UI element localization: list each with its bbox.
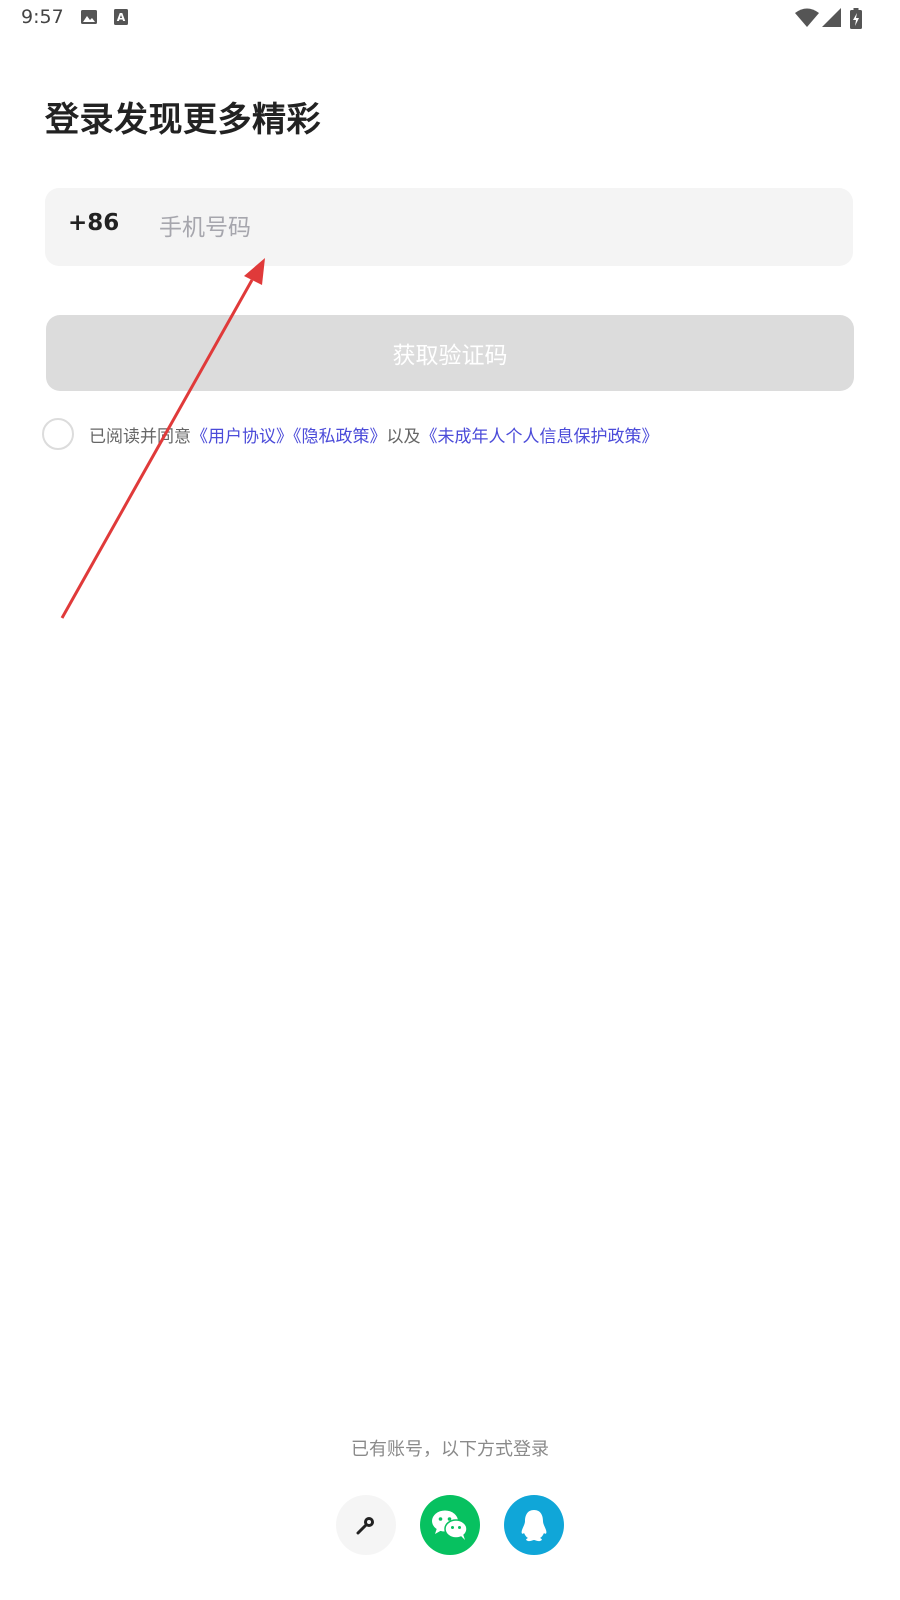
qq-icon xyxy=(521,1510,547,1542)
qq-login-button[interactable] xyxy=(504,1495,564,1555)
agreement-prefix: 已阅读并同意 xyxy=(89,426,191,447)
wifi-icon xyxy=(795,8,819,27)
phone-input-box[interactable]: +86 xyxy=(45,188,853,266)
page-title: 登录发现更多精彩 xyxy=(45,100,321,140)
minor-privacy-policy-link[interactable]: 《未成年人个人信息保护政策》 xyxy=(421,427,659,447)
agreement-row: 已阅读并同意《用户协议》《隐私政策》以及《未成年人个人信息保护政策》 xyxy=(42,417,659,451)
image-icon xyxy=(81,10,97,24)
agreement-connector: 以及 xyxy=(386,426,421,447)
password-login-button[interactable] xyxy=(336,1495,396,1555)
key-icon xyxy=(356,1517,374,1535)
alt-login-label: 已有账号，以下方式登录 xyxy=(351,1439,549,1460)
agreement-checkbox[interactable] xyxy=(42,418,74,450)
phone-number-input[interactable] xyxy=(157,200,821,256)
status-bar: 9:57 A xyxy=(0,0,900,36)
svg-text:A: A xyxy=(117,11,126,24)
wechat-icon xyxy=(432,1510,468,1540)
text-a-icon: A xyxy=(114,9,128,25)
get-verification-code-button[interactable]: 获取验证码 xyxy=(46,315,854,391)
signal-icon xyxy=(822,8,841,27)
country-code-selector[interactable]: +86 xyxy=(68,210,119,236)
wechat-login-button[interactable] xyxy=(420,1495,480,1555)
status-time: 9:57 xyxy=(21,6,64,28)
privacy-policy-link[interactable]: 《隐私政策》 xyxy=(293,427,387,447)
agreement-text: 已阅读并同意《用户协议》《隐私政策》以及《未成年人个人信息保护政策》 xyxy=(89,422,659,447)
user-agreement-link[interactable]: 《用户协议》 xyxy=(191,427,293,447)
battery-charging-icon xyxy=(850,8,862,29)
